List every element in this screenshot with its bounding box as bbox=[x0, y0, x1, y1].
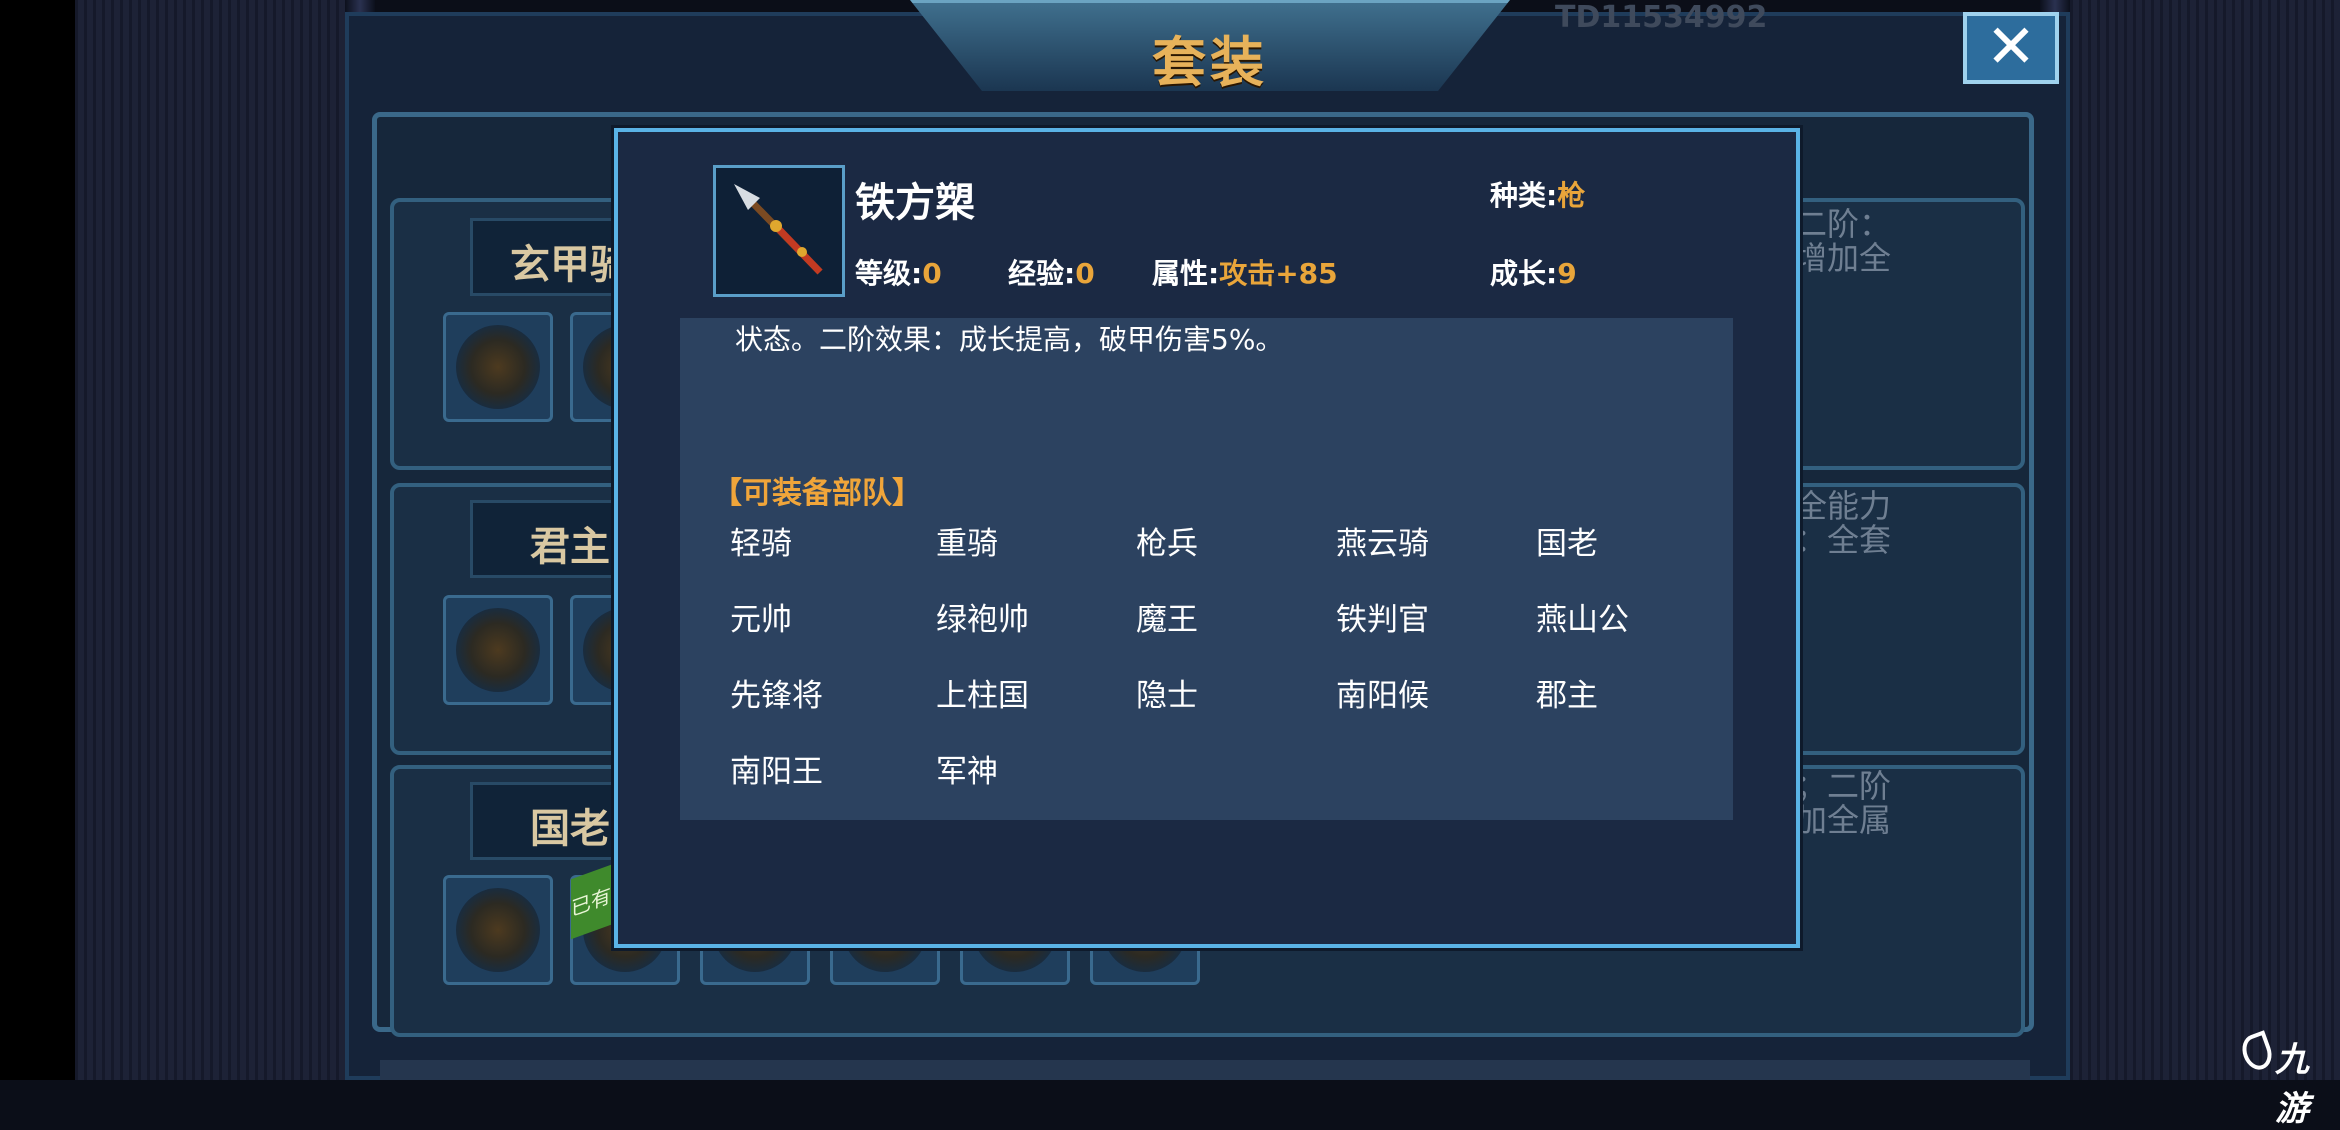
stat-value: 0 bbox=[922, 257, 942, 290]
item-icon-box bbox=[713, 165, 845, 297]
troop-item: 重骑 bbox=[936, 526, 998, 562]
background-right bbox=[2070, 0, 2340, 1080]
left-black-bar bbox=[0, 0, 75, 1080]
troop-item: 南阳王 bbox=[730, 754, 823, 790]
stat-label: 属性 bbox=[1152, 257, 1209, 290]
item-name: 铁方槊 bbox=[855, 180, 975, 226]
bottom-tab-strip bbox=[380, 1060, 2030, 1080]
stat-label: 种类 bbox=[1490, 179, 1547, 212]
scroll-icon bbox=[456, 325, 540, 409]
stat-level: 等级:0 bbox=[855, 257, 942, 290]
close-button[interactable]: ✕ bbox=[1963, 12, 2059, 84]
troop-item: 南阳候 bbox=[1336, 678, 1429, 714]
stat-value: 攻击+85 bbox=[1219, 257, 1338, 290]
stat-value: 0 bbox=[1075, 257, 1095, 290]
troop-item: 元帅 bbox=[730, 602, 792, 638]
troop-item: 国老 bbox=[1536, 526, 1598, 562]
armor-icon bbox=[456, 888, 540, 972]
watermark-text: 九游 bbox=[2275, 1040, 2309, 1129]
description-panel[interactable] bbox=[680, 318, 1733, 820]
set-effect-line: 二阶： bbox=[1795, 205, 1892, 243]
set-effect-line: 增加全 bbox=[1795, 239, 1892, 277]
set-effect-line: 全能力 bbox=[1795, 487, 1892, 525]
stat-category: 种类:枪 bbox=[1490, 179, 1586, 212]
equipment-slot[interactable] bbox=[443, 595, 553, 705]
set-effect-line: 加全属 bbox=[1795, 801, 1892, 839]
troop-item: 枪兵 bbox=[1136, 526, 1198, 562]
spear-icon bbox=[734, 184, 823, 275]
stat-growth: 成长:9 bbox=[1490, 257, 1577, 290]
stat-value: 枪 bbox=[1557, 179, 1586, 212]
troop-item: 隐士 bbox=[1136, 678, 1198, 714]
troop-item: 先锋将 bbox=[730, 678, 823, 714]
troop-item: 铁判官 bbox=[1336, 602, 1429, 638]
troop-item: 轻骑 bbox=[730, 526, 792, 562]
set-effect-line: ；二阶 bbox=[1795, 767, 1892, 805]
stat-exp: 经验:0 bbox=[1008, 257, 1095, 290]
background-left bbox=[75, 0, 345, 1080]
player-id: TD11534992 bbox=[1555, 0, 1768, 35]
troop-item: 燕山公 bbox=[1536, 602, 1629, 638]
troop-item: 军神 bbox=[936, 754, 998, 790]
stat-label: 经验 bbox=[1008, 257, 1065, 290]
stat-label: 等级 bbox=[855, 257, 912, 290]
equipment-slot[interactable] bbox=[443, 312, 553, 422]
equipment-slot[interactable] bbox=[443, 875, 553, 985]
item-description: 状态。二阶效果：成长提高，破甲伤害5%。 bbox=[735, 323, 1284, 356]
troop-item: 上柱国 bbox=[936, 678, 1029, 714]
window-title: 套装 bbox=[1152, 31, 1268, 94]
troop-item: 魔王 bbox=[1136, 602, 1198, 638]
sword-icon bbox=[456, 608, 540, 692]
stat-label: 成长 bbox=[1490, 257, 1547, 290]
troop-item: 绿袍帅 bbox=[936, 602, 1029, 638]
troop-item: 郡主 bbox=[1536, 678, 1598, 714]
troops-header: 【可装备部队】 bbox=[712, 476, 922, 511]
troop-item: 燕云骑 bbox=[1336, 526, 1429, 562]
stat-attribute: 属性:攻击+85 bbox=[1152, 257, 1338, 290]
stat-value: 9 bbox=[1557, 257, 1577, 290]
set-effect-line: ：全套 bbox=[1795, 521, 1892, 559]
